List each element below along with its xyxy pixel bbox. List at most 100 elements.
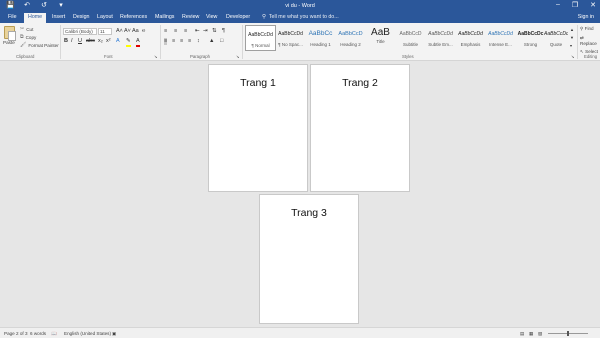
style-preview: AaBbCcDd [544, 31, 568, 37]
cut-label: Cut [26, 26, 34, 32]
clipboard-group-label: Clipboard [16, 54, 35, 59]
bold-icon[interactable]: B [64, 38, 68, 45]
web-layout-icon[interactable]: ▧ [538, 331, 542, 337]
sign-in-link[interactable]: Sign in [578, 14, 594, 20]
bullets-icon[interactable]: ≡ [164, 28, 167, 35]
proofing-icon[interactable]: 📖 [51, 331, 57, 337]
numbering-icon[interactable]: ≡ [174, 28, 177, 35]
style-name: Intense E... [489, 42, 512, 47]
strikethrough-icon[interactable]: abc [86, 38, 95, 45]
tab-view[interactable]: View [206, 14, 217, 20]
multilevel-list-icon[interactable]: ≡ [184, 28, 187, 35]
style-title[interactable]: AaB Title [365, 25, 396, 51]
change-case-icon[interactable]: Aa [132, 28, 139, 35]
read-mode-icon[interactable]: ▤ [520, 331, 524, 337]
print-layout-icon[interactable]: ▦ [529, 331, 533, 337]
replace-label: Replace [580, 41, 597, 46]
align-left-icon[interactable]: ≡ [164, 38, 168, 45]
style-name: Emphasis [460, 42, 481, 47]
styles-gallery: AaBbCcDd ¶ Normal AaBbCcDd ¶ No Spac... … [245, 25, 568, 51]
style-normal[interactable]: AaBbCcDd ¶ Normal [245, 25, 276, 51]
minimize-icon[interactable]: – [556, 1, 560, 9]
styles-more-icon[interactable]: ▾ [570, 42, 572, 49]
superscript-icon[interactable]: x² [106, 38, 111, 45]
search-icon: ⚲ [580, 26, 584, 31]
replace-button[interactable]: ⇄ Replace [580, 35, 600, 46]
paragraph-group-label: Paragraph [190, 54, 211, 59]
styles-scroll-down-icon[interactable]: ▼ [570, 34, 574, 41]
cut-button[interactable]: ✂ Cut [20, 26, 33, 32]
style-no-spacing[interactable]: AaBbCcDd ¶ No Spac... [275, 25, 306, 51]
sort-icon[interactable]: ⇅ [212, 28, 217, 35]
tab-review[interactable]: Review [182, 14, 199, 20]
style-name: Heading 2 [340, 42, 361, 47]
tab-design[interactable]: Design [73, 14, 90, 20]
styles-group-label: Styles [402, 54, 414, 59]
style-preview: AaB [371, 27, 390, 38]
tell-me-text: Tell me what you want to do... [268, 14, 339, 20]
style-heading-2[interactable]: AaBbCcD Heading 2 [335, 25, 366, 51]
divider [242, 25, 243, 59]
increase-indent-icon[interactable]: ⇥ [203, 28, 208, 35]
font-name-select[interactable]: Calibri (Body) [63, 28, 97, 35]
justify-icon[interactable]: ≡ [188, 38, 191, 45]
style-emphasis[interactable]: AaBbCcDd Emphasis [455, 25, 486, 51]
word-count[interactable]: 6 words [30, 331, 46, 336]
style-preview: AaBbCcDd [428, 31, 453, 37]
style-heading-1[interactable]: AaBbCc Heading 1 [305, 25, 336, 51]
font-dialog-launcher-icon[interactable]: ↘ [154, 53, 157, 60]
style-intense-emphasis[interactable]: AaBbCcDd Intense E... [485, 25, 516, 51]
style-strong[interactable]: AaBbCcDc Strong [515, 25, 546, 51]
borders-icon[interactable]: □ [220, 38, 223, 45]
text-effects-icon[interactable]: A [116, 38, 120, 45]
page-count[interactable]: Page 2 of 3 [4, 331, 28, 336]
style-quote[interactable]: AaBbCcDd Quote [544, 25, 568, 51]
restore-icon[interactable]: ❐ [572, 1, 578, 9]
tab-mailings[interactable]: Mailings [155, 14, 174, 20]
styles-dialog-launcher-icon[interactable]: ↘ [571, 53, 574, 60]
line-spacing-icon[interactable]: ↕ [197, 38, 200, 45]
macro-record-icon[interactable]: ▣ [112, 331, 116, 337]
underline-icon[interactable]: U [78, 38, 82, 45]
paintbrush-icon: 🖌 [20, 42, 27, 48]
document-page-3[interactable]: Trang 3 [259, 194, 359, 324]
style-name: Subtle Em... [428, 42, 453, 47]
tab-insert[interactable]: Insert [52, 14, 65, 20]
style-preview: AaBbCcDd [488, 31, 513, 37]
copy-button[interactable]: ⧉ Copy [20, 34, 36, 40]
font-color-icon[interactable]: A [136, 38, 140, 47]
tab-file[interactable]: File [8, 14, 17, 20]
close-icon[interactable]: ✕ [590, 1, 596, 9]
clear-formatting-icon[interactable]: ℮ [142, 28, 145, 35]
tab-references[interactable]: References [120, 14, 147, 20]
align-right-icon[interactable]: ≡ [180, 38, 183, 45]
styles-scroll-up-icon[interactable]: ▲ [570, 26, 574, 33]
style-subtle-emphasis[interactable]: AaBbCcDd Subtle Em... [425, 25, 456, 51]
status-bar: Page 2 of 3 6 words 📖 English (United St… [0, 327, 600, 338]
show-marks-icon[interactable]: ¶ [222, 28, 225, 35]
format-painter-button[interactable]: 🖌 Format Painter [20, 42, 59, 48]
language-indicator[interactable]: English (United States) [64, 331, 111, 336]
tab-developer[interactable]: Developer [226, 14, 250, 20]
tab-layout[interactable]: Layout [97, 14, 113, 20]
paste-button[interactable]: Paste [3, 40, 15, 45]
document-page-1[interactable]: Trang 1 [208, 64, 308, 192]
paragraph-dialog-launcher-icon[interactable]: ↘ [236, 53, 239, 60]
align-center-icon[interactable]: ≡ [172, 38, 175, 45]
document-page-2[interactable]: Trang 2 [310, 64, 410, 192]
shrink-font-icon[interactable]: A˅ [124, 28, 131, 35]
tell-me-box[interactable]: ⚲ Tell me what you want to do... [262, 14, 339, 20]
find-button[interactable]: ⚲ Find [580, 26, 600, 32]
paste-icon[interactable] [4, 26, 16, 41]
subscript-icon[interactable]: x₂ [98, 38, 103, 45]
italic-icon[interactable]: I [71, 38, 73, 45]
font-size-select[interactable]: 11 [98, 28, 112, 35]
decrease-indent-icon[interactable]: ⇤ [195, 28, 200, 35]
zoom-slider-thumb[interactable] [567, 331, 569, 336]
tab-home[interactable]: Home [24, 13, 47, 23]
style-subtitle[interactable]: AaBbCcD Subtitle [395, 25, 426, 51]
ribbon-tabs: File Home Insert Design Layout Reference… [0, 12, 600, 23]
highlight-icon[interactable]: ✎ [126, 38, 131, 47]
shading-icon[interactable]: ▲ [209, 38, 214, 45]
grow-font-icon[interactable]: A˄ [116, 28, 123, 35]
